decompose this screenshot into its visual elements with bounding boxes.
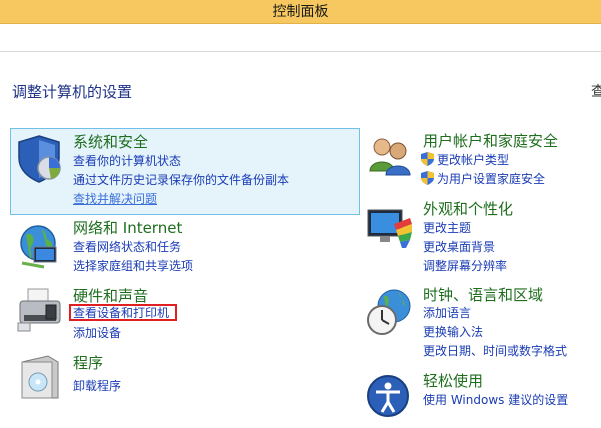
category-title[interactable]: 网络和 Internet (73, 219, 182, 237)
link-view-computer-status[interactable]: 查看你的计算机状态 (73, 153, 181, 169)
ease-of-access-icon (364, 372, 416, 424)
printer-icon (14, 285, 66, 337)
link-change-input-method[interactable]: 更换输入法 (423, 324, 483, 340)
category-title[interactable]: 时钟、语言和区域 (423, 286, 543, 304)
link-adjust-resolution[interactable]: 调整屏幕分辨率 (423, 258, 507, 274)
shield-icon (15, 132, 67, 184)
users-icon (364, 131, 416, 183)
category-ease-of-access[interactable]: 轻松使用 使用 Windows 建议的设置 (362, 368, 601, 417)
link-network-status[interactable]: 查看网络状态和任务 (73, 239, 181, 255)
category-appearance[interactable]: 外观和个性化 更改主题 更改桌面背景 调整屏幕分辨率 (362, 196, 601, 276)
category-title[interactable]: 用户帐户和家庭安全 (423, 132, 558, 150)
category-programs[interactable]: 程序 卸载程序 (10, 348, 360, 400)
link-family-safety[interactable]: 为用户设置家庭安全 (421, 171, 545, 187)
address-bar[interactable] (0, 24, 601, 52)
link-uninstall-program[interactable]: 卸载程序 (73, 378, 121, 394)
link-add-device[interactable]: 添加设备 (73, 325, 121, 341)
link-label[interactable]: 更改帐户类型 (437, 153, 509, 167)
uac-shield-icon (421, 171, 434, 185)
link-label[interactable]: 为用户设置家庭安全 (437, 172, 545, 186)
link-windows-recommended-settings[interactable]: 使用 Windows 建议的设置 (423, 392, 568, 408)
view-by-label[interactable]: 查 (591, 81, 601, 101)
category-title[interactable]: 程序 (73, 354, 103, 372)
link-change-theme[interactable]: 更改主题 (423, 220, 471, 236)
link-change-desktop-background[interactable]: 更改桌面背景 (423, 239, 495, 255)
window-title: 控制面板 (272, 4, 329, 20)
category-title[interactable]: 系统和安全 (73, 133, 148, 151)
category-title[interactable]: 外观和个性化 (423, 200, 513, 218)
category-network-internet[interactable]: 网络和 Internet 查看网络状态和任务 选择家庭组和共享选项 (10, 215, 360, 285)
link-add-language[interactable]: 添加语言 (423, 305, 471, 321)
title-bar: 控制面板 (0, 0, 601, 24)
annotation-highlight-box (69, 304, 177, 321)
link-change-account-type[interactable]: 更改帐户类型 (421, 152, 509, 168)
category-hardware-sound[interactable]: 硬件和声音 查看设备和打印机 添加设备 (10, 283, 360, 345)
uac-shield-icon (421, 152, 434, 166)
page-heading: 调整计算机的设置 (12, 83, 133, 101)
link-homegroup-sharing[interactable]: 选择家庭组和共享选项 (73, 258, 193, 274)
appearance-icon (364, 204, 416, 256)
category-title[interactable]: 硬件和声音 (73, 287, 148, 305)
link-troubleshoot[interactable]: 查找并解决问题 (73, 191, 157, 207)
category-title[interactable]: 轻松使用 (423, 372, 483, 390)
link-file-history-backup[interactable]: 通过文件历史记录保存你的文件备份副本 (73, 172, 289, 188)
category-clock-language-region[interactable]: 时钟、语言和区域 添加语言 更换输入法 更改日期、时间或数字格式 (362, 282, 601, 362)
network-globe-icon (14, 221, 66, 273)
category-system-security[interactable]: 系统和安全 查看你的计算机状态 通过文件历史记录保存你的文件备份副本 查找并解决… (10, 128, 360, 215)
link-change-date-time-format[interactable]: 更改日期、时间或数字格式 (423, 343, 567, 359)
programs-box-icon (14, 352, 66, 404)
clock-globe-icon (364, 286, 416, 338)
